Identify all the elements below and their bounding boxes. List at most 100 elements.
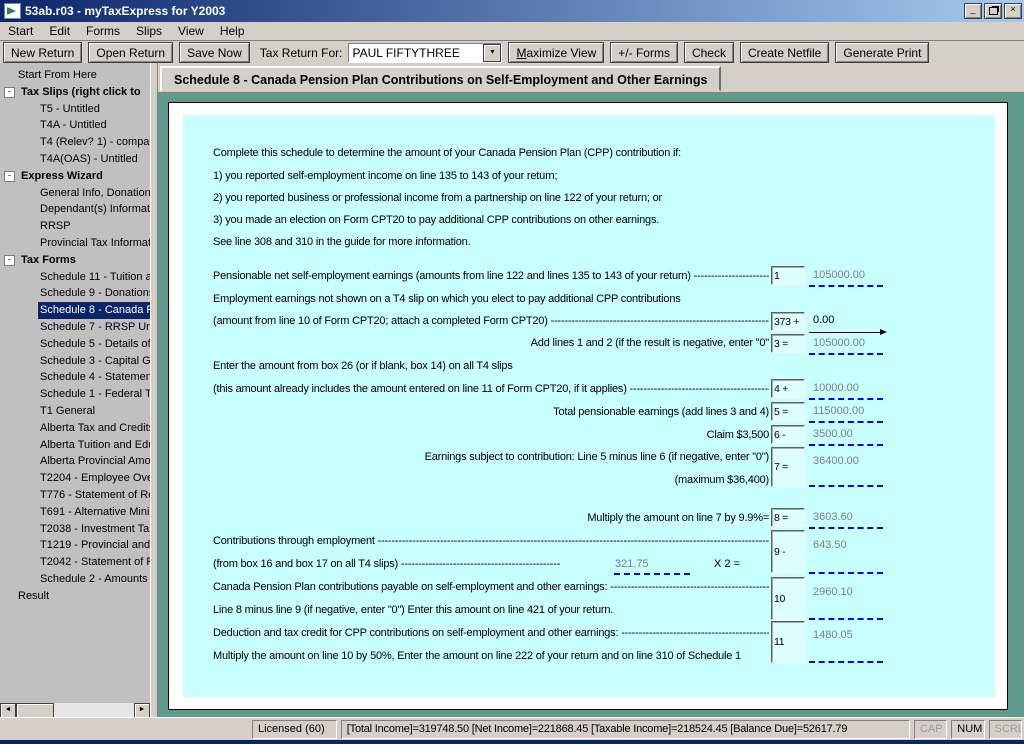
form-intro-line: See line 308 and 310 in the guide for mo…: [213, 236, 769, 248]
sidebar-item-label: Schedule 1 - Federal Ta: [38, 386, 150, 403]
form-line-label: Canada Pension Plan contributions payabl…: [213, 581, 769, 593]
sidebar-item[interactable]: Start From Here: [0, 67, 150, 84]
arrow-line: [809, 332, 881, 333]
sidebar-item[interactable]: Alberta Tuition and Edu: [0, 437, 150, 454]
chevron-down-icon[interactable]: ▼: [483, 44, 501, 62]
sidebar-item[interactable]: Schedule 3 - Capital Ga: [0, 353, 150, 370]
menu-slips[interactable]: Slips: [128, 23, 170, 39]
sidebar-item[interactable]: Provincial Tax Informat: [0, 235, 150, 252]
form-intro-line: 2) you reported business or professional…: [213, 192, 769, 204]
restore-icon: [989, 7, 998, 15]
sidebar-item[interactable]: T776 - Statement of Re: [0, 487, 150, 504]
scroll-right-icon[interactable]: ►: [134, 703, 150, 717]
generate-print-button[interactable]: Generate Print: [835, 42, 929, 63]
line-number-box[interactable]: 373 +: [771, 312, 805, 331]
scrollbar-thumb[interactable]: [16, 703, 54, 717]
sidebar-item[interactable]: -Tax Forms: [0, 252, 150, 269]
line-number-box[interactable]: 1: [771, 266, 805, 285]
sidebar-item[interactable]: T1219 - Provincial and: [0, 537, 150, 554]
sidebar-item[interactable]: T4A(OAS) - Untitled: [0, 151, 150, 168]
num-lock-indicator: NUM: [951, 720, 984, 739]
menu-start[interactable]: Start: [0, 23, 41, 39]
sidebar-item[interactable]: Schedule 7 - RRSP Unu: [0, 319, 150, 336]
maximize-view-button[interactable]: Maximize View: [508, 42, 604, 63]
collapse-icon[interactable]: -: [4, 255, 15, 266]
menu-help[interactable]: Help: [212, 23, 253, 39]
close-button[interactable]: ×: [1004, 3, 1022, 19]
sidebar-splitter[interactable]: [150, 63, 158, 717]
minimize-button[interactable]: _: [964, 3, 982, 19]
line-number-box[interactable]: 8 =: [771, 508, 805, 527]
sidebar-item[interactable]: Schedule 5 - Details of: [0, 336, 150, 353]
taxpayer-dropdown[interactable]: PAUL FIFTYTHREE ▼: [348, 43, 502, 63]
sidebar-item[interactable]: Dependant(s) Informat: [0, 201, 150, 218]
sidebar-item[interactable]: T691 - Alternative Mini: [0, 504, 150, 521]
sidebar-item[interactable]: General Info, Donation: [0, 185, 150, 202]
line-number-box[interactable]: 4 +: [771, 379, 805, 398]
line-number-box[interactable]: 6 -: [771, 425, 805, 444]
sidebar-item[interactable]: Schedule 9 - Donations: [0, 285, 150, 302]
create-netfile-button[interactable]: Create Netfile: [740, 42, 829, 63]
taxpayer-name: PAUL FIFTYTHREE: [349, 46, 483, 60]
sidebar-item[interactable]: T2204 - Employee Over: [0, 470, 150, 487]
sidebar-item[interactable]: Schedule 4 - Statement: [0, 369, 150, 386]
dashed-underline: [809, 351, 883, 355]
save-now-button[interactable]: Save Now: [179, 42, 250, 63]
sidebar-item-label: T1219 - Provincial and: [38, 537, 150, 554]
sidebar-item-label: Schedule 4 - Statement: [38, 369, 150, 386]
sidebar-item-label: T1 General: [38, 403, 97, 420]
form-line-label: Enter the amount from box 26 (or if blan…: [213, 360, 769, 372]
sidebar-item[interactable]: Schedule 8 - Canada Pe: [0, 302, 150, 319]
dashed-underline: [809, 570, 883, 574]
form-line-label: Employment earnings not shown on a T4 sl…: [213, 293, 769, 305]
form-line-label: Multiply the amount on line 10 by 50%, E…: [213, 650, 769, 662]
form-line-label: Claim $3,500: [213, 429, 769, 441]
sidebar-item[interactable]: Alberta Provincial Amou: [0, 453, 150, 470]
dashed-underline: [809, 419, 883, 423]
line-number-box[interactable]: 5 =: [771, 402, 805, 421]
plus-minus-forms-button[interactable]: +/- Forms: [610, 42, 678, 63]
scrollbar-track[interactable]: [54, 703, 134, 717]
menu-forms[interactable]: Forms: [78, 23, 128, 39]
line-number-box[interactable]: 9 -: [771, 530, 805, 573]
menu-view[interactable]: View: [170, 23, 212, 39]
sidebar-item-label: Schedule 3 - Capital Ga: [38, 353, 150, 370]
menu-edit[interactable]: Edit: [41, 23, 78, 39]
sidebar-item[interactable]: T5 - Untitled: [0, 101, 150, 118]
sidebar-item[interactable]: T2042 - Statement of F: [0, 554, 150, 571]
sidebar-item[interactable]: RRSP: [0, 218, 150, 235]
sidebar-horizontal-scrollbar[interactable]: ◄ ►: [0, 703, 150, 717]
dashed-underline: [614, 571, 690, 575]
sidebar-item[interactable]: T1 General: [0, 403, 150, 420]
restore-button[interactable]: [984, 3, 1002, 19]
amount-value[interactable]: 0.00: [813, 314, 834, 326]
collapse-icon[interactable]: -: [4, 87, 15, 98]
form-content-area: Complete this schedule to determine the …: [158, 93, 1024, 717]
check-button[interactable]: Check: [684, 42, 734, 63]
amount-value: 3603.60: [813, 511, 853, 523]
sidebar-item[interactable]: Schedule 2 - Amounts T: [0, 571, 150, 588]
tab-schedule-8[interactable]: Schedule 8 - Canada Pension Plan Contrib…: [160, 66, 721, 91]
sidebar-item[interactable]: T4A - Untitled: [0, 117, 150, 134]
line-number-box[interactable]: 7 =: [771, 447, 805, 487]
open-return-button[interactable]: Open Return: [88, 42, 173, 63]
scroll-left-icon[interactable]: ◄: [0, 703, 16, 717]
sidebar-item[interactable]: Schedule 11 - Tuition a: [0, 269, 150, 286]
sidebar-item[interactable]: T4 (Relev? 1) - compan: [0, 134, 150, 151]
sidebar-item-label: Schedule 9 - Donations: [38, 285, 150, 302]
sidebar-item-label: Alberta Tax and Credits: [38, 420, 150, 437]
sidebar-item[interactable]: Schedule 1 - Federal Ta: [0, 386, 150, 403]
sidebar-item[interactable]: -Express Wizard: [0, 168, 150, 185]
amount-value: 10000.00: [813, 382, 859, 394]
sidebar-item[interactable]: T2038 - Investment Ta: [0, 521, 150, 538]
line-number-box[interactable]: 3 =: [771, 334, 805, 353]
title-bar: 53ab.r03 - myTaxExpress for Y2003 _ ×: [0, 0, 1024, 22]
sidebar-item[interactable]: Result: [0, 588, 150, 605]
sidebar-item[interactable]: Alberta Tax and Credits: [0, 420, 150, 437]
sidebar-item[interactable]: -Tax Slips (right click to: [0, 84, 150, 101]
line-number-box[interactable]: 11: [771, 621, 805, 663]
collapse-icon[interactable]: -: [4, 171, 15, 182]
line-number-box[interactable]: 10: [771, 577, 805, 620]
form-line-label: (this amount already includes the amount…: [213, 383, 769, 395]
new-return-button[interactable]: New Return: [3, 42, 82, 63]
